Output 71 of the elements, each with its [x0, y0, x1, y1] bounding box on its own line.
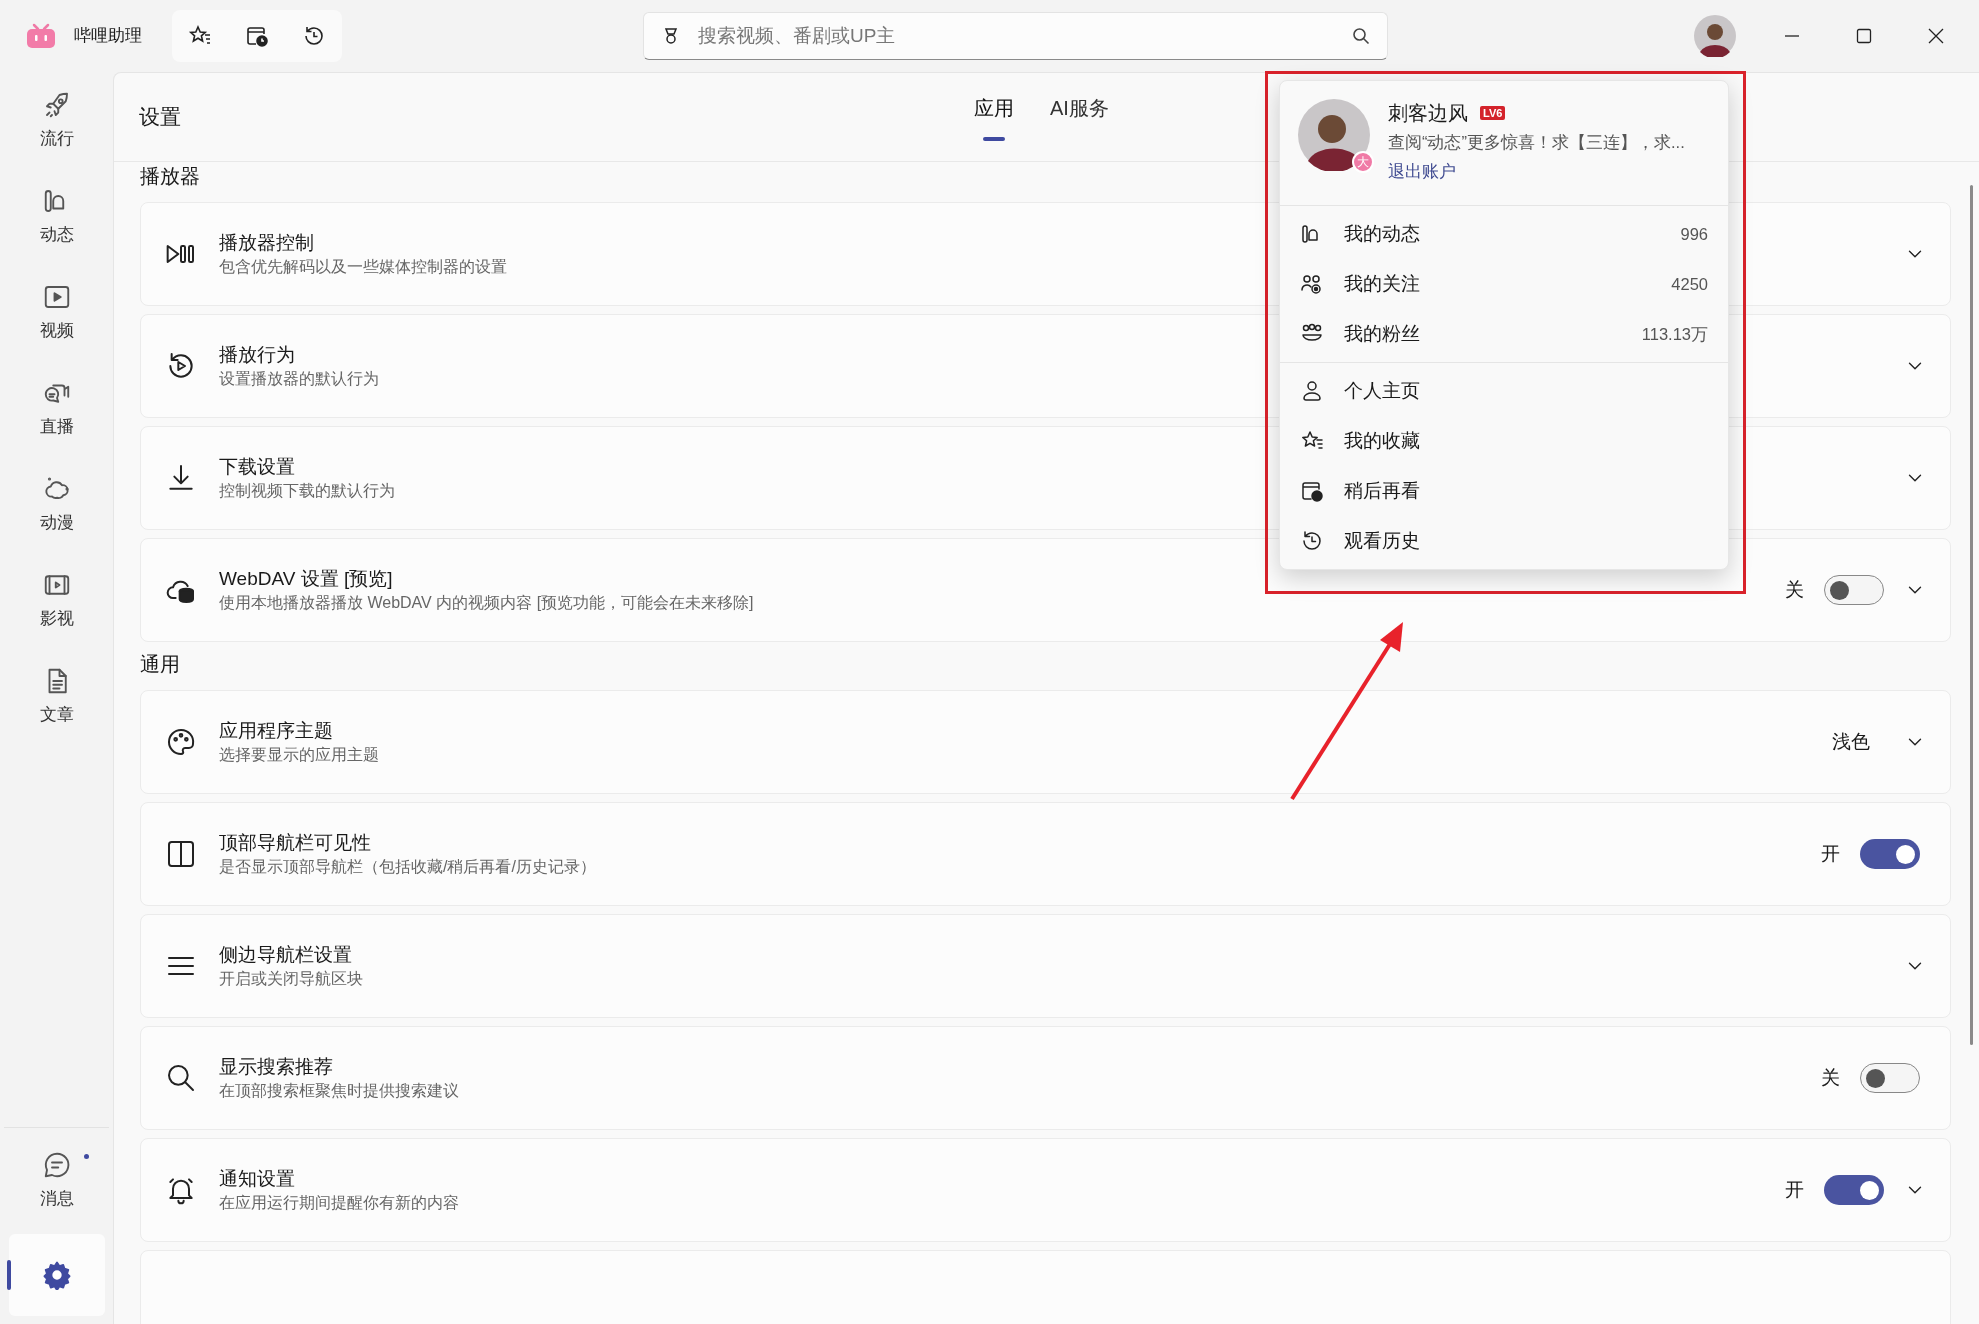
close-icon[interactable] [1928, 28, 1944, 44]
setting-value: 浅色 [1832, 729, 1870, 754]
avatar[interactable] [1694, 15, 1736, 57]
avatar [1298, 99, 1370, 171]
search-field[interactable]: 搜索视频、番剧或UP主 [643, 12, 1388, 60]
setting-description: 是否显示顶部导航栏（包括收藏/稍后再看/历史记录） [219, 857, 596, 877]
setting-row[interactable]: 侧边导航栏设置 开启或关闭导航区块 [140, 914, 1951, 1018]
setting-title: WebDAV 设置 [预览] [219, 567, 393, 591]
watch-later-icon[interactable] [245, 24, 269, 48]
level-badge: LV6 [1480, 106, 1506, 120]
settings-icon [41, 1260, 72, 1290]
setting-title: 显示搜索推荐 [219, 1055, 333, 1079]
page-title: 设置 [139, 104, 181, 131]
setting-title: 顶部导航栏可见性 [219, 831, 371, 855]
toggle-label: 开 [1785, 1177, 1804, 1202]
toggle-switch[interactable] [1824, 575, 1884, 605]
tab[interactable]: 应用 [974, 93, 1014, 141]
tab[interactable]: AI服务 [1050, 93, 1109, 141]
logout-link[interactable]: 退出账户 [1388, 157, 1456, 185]
menu-item[interactable]: 稍后再看 [1280, 466, 1728, 516]
layout-icon [165, 838, 197, 870]
sidebar-item[interactable]: 动漫 [8, 464, 105, 546]
setting-title: 下载设置 [219, 455, 295, 479]
sidebar-item[interactable]: 流行 [8, 80, 105, 162]
sidebar-item[interactable]: 动态 [8, 176, 105, 258]
setting-title: 播放行为 [219, 343, 295, 367]
setting-description: 设置播放器的默认行为 [219, 369, 379, 389]
vip-badge: 大 [1352, 151, 1374, 173]
toggle-switch[interactable] [1860, 839, 1920, 869]
palette-icon [165, 726, 197, 758]
setting-description: 开启或关闭导航区块 [219, 969, 363, 989]
toggle-label: 关 [1785, 577, 1804, 602]
menu-item[interactable]: 我的关注 4250 [1280, 259, 1728, 309]
user-signature: 查阅“动态”更多惊喜！求【三连】，求... [1388, 132, 1685, 153]
menu-item[interactable]: 个人主页 [1280, 366, 1728, 416]
sidebar-item[interactable] [8, 1234, 105, 1316]
selection-indicator [6, 1260, 11, 1290]
app-logo-icon [26, 23, 56, 49]
app-title: 哔哩助理 [74, 25, 142, 48]
section-heading: 通用 [140, 652, 180, 677]
menu-item[interactable]: 我的动态 996 [1280, 209, 1728, 259]
search-icon[interactable] [1352, 27, 1370, 45]
sidebar-item[interactable]: 消息 [8, 1140, 105, 1222]
setting-description: 控制视频下载的默认行为 [219, 481, 395, 501]
people-eye-icon [1300, 272, 1324, 296]
maximize-icon[interactable] [1856, 28, 1872, 44]
toggle-switch[interactable] [1824, 1175, 1884, 1205]
setting-title: 通知设置 [219, 1167, 295, 1191]
setting-description: 在顶部搜索框聚焦时提供搜索建议 [219, 1081, 459, 1101]
setting-description: 包含优先解码以及一些媒体控制器的设置 [219, 257, 507, 277]
setting-description: 选择要显示的应用主题 [219, 745, 379, 765]
sidebar-item[interactable]: 直播 [8, 368, 105, 450]
watch-later-icon [1300, 479, 1324, 503]
user-name: 刺客边风 [1388, 101, 1468, 126]
toggle-label: 开 [1821, 841, 1840, 866]
person-icon [1300, 379, 1324, 403]
sidebar-item[interactable]: 影视 [8, 560, 105, 642]
setting-title: 侧边导航栏设置 [219, 943, 352, 967]
sidebar-item[interactable]: 文章 [8, 656, 105, 738]
setting-row[interactable]: 应用程序主题 选择要显示的应用主题 浅色 [140, 690, 1951, 794]
sidebar-item[interactable]: 视频 [8, 272, 105, 354]
setting-title: 播放器控制 [219, 231, 314, 255]
search-icon [165, 1062, 197, 1094]
section-heading: 播放器 [140, 164, 200, 189]
toggle-label: 关 [1821, 1065, 1840, 1090]
history-icon [1300, 529, 1324, 553]
setting-row[interactable]: 通知设置 在应用运行期间提醒你有新的内容 开 [140, 1138, 1951, 1242]
setting-description: 在应用运行期间提醒你有新的内容 [219, 1193, 459, 1213]
setting-description: 使用本地播放器播放 WebDAV 内的视频内容 [预览功能，可能会在未来移除] [219, 593, 754, 613]
toggle-switch[interactable] [1860, 1063, 1920, 1093]
setting-title: 应用程序主题 [219, 719, 333, 743]
